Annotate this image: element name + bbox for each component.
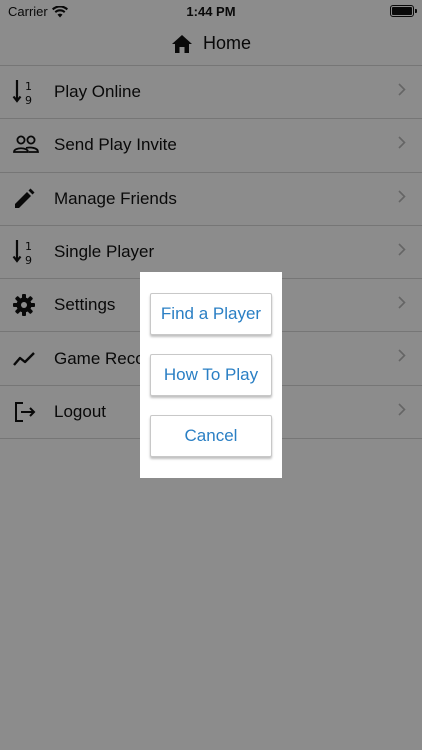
cancel-button[interactable]: Cancel [150, 415, 272, 457]
how-to-play-button[interactable]: How To Play [150, 354, 272, 396]
action-dialog: Find a Player How To Play Cancel [140, 272, 282, 478]
find-player-button[interactable]: Find a Player [150, 293, 272, 335]
